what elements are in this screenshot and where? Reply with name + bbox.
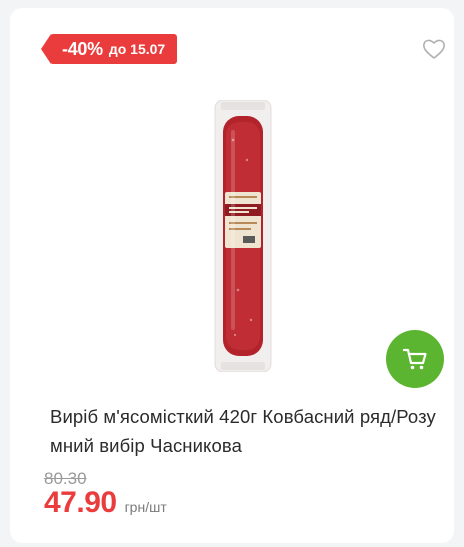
price-unit: грн/шт <box>124 499 167 515</box>
price-row: 47.90 грн/шт <box>44 486 167 520</box>
discount-percent: -40% <box>62 38 103 59</box>
discount-until-date: до 15.07 <box>108 41 166 57</box>
current-price: 47.90 <box>44 486 117 519</box>
cart-icon <box>402 348 427 370</box>
discount-badge: -40% до 15.07 <box>40 34 178 64</box>
add-to-cart-button[interactable] <box>386 330 444 388</box>
heart-icon[interactable] <box>422 38 446 60</box>
product-image[interactable] <box>213 99 273 373</box>
product-title[interactable]: Виріб м'ясомісткий 420г Ковбасний ряд/Ро… <box>50 402 442 460</box>
product-card[interactable]: -40% до 15.07 Виріб м'ясомісткий 420г Ко… <box>10 8 454 543</box>
